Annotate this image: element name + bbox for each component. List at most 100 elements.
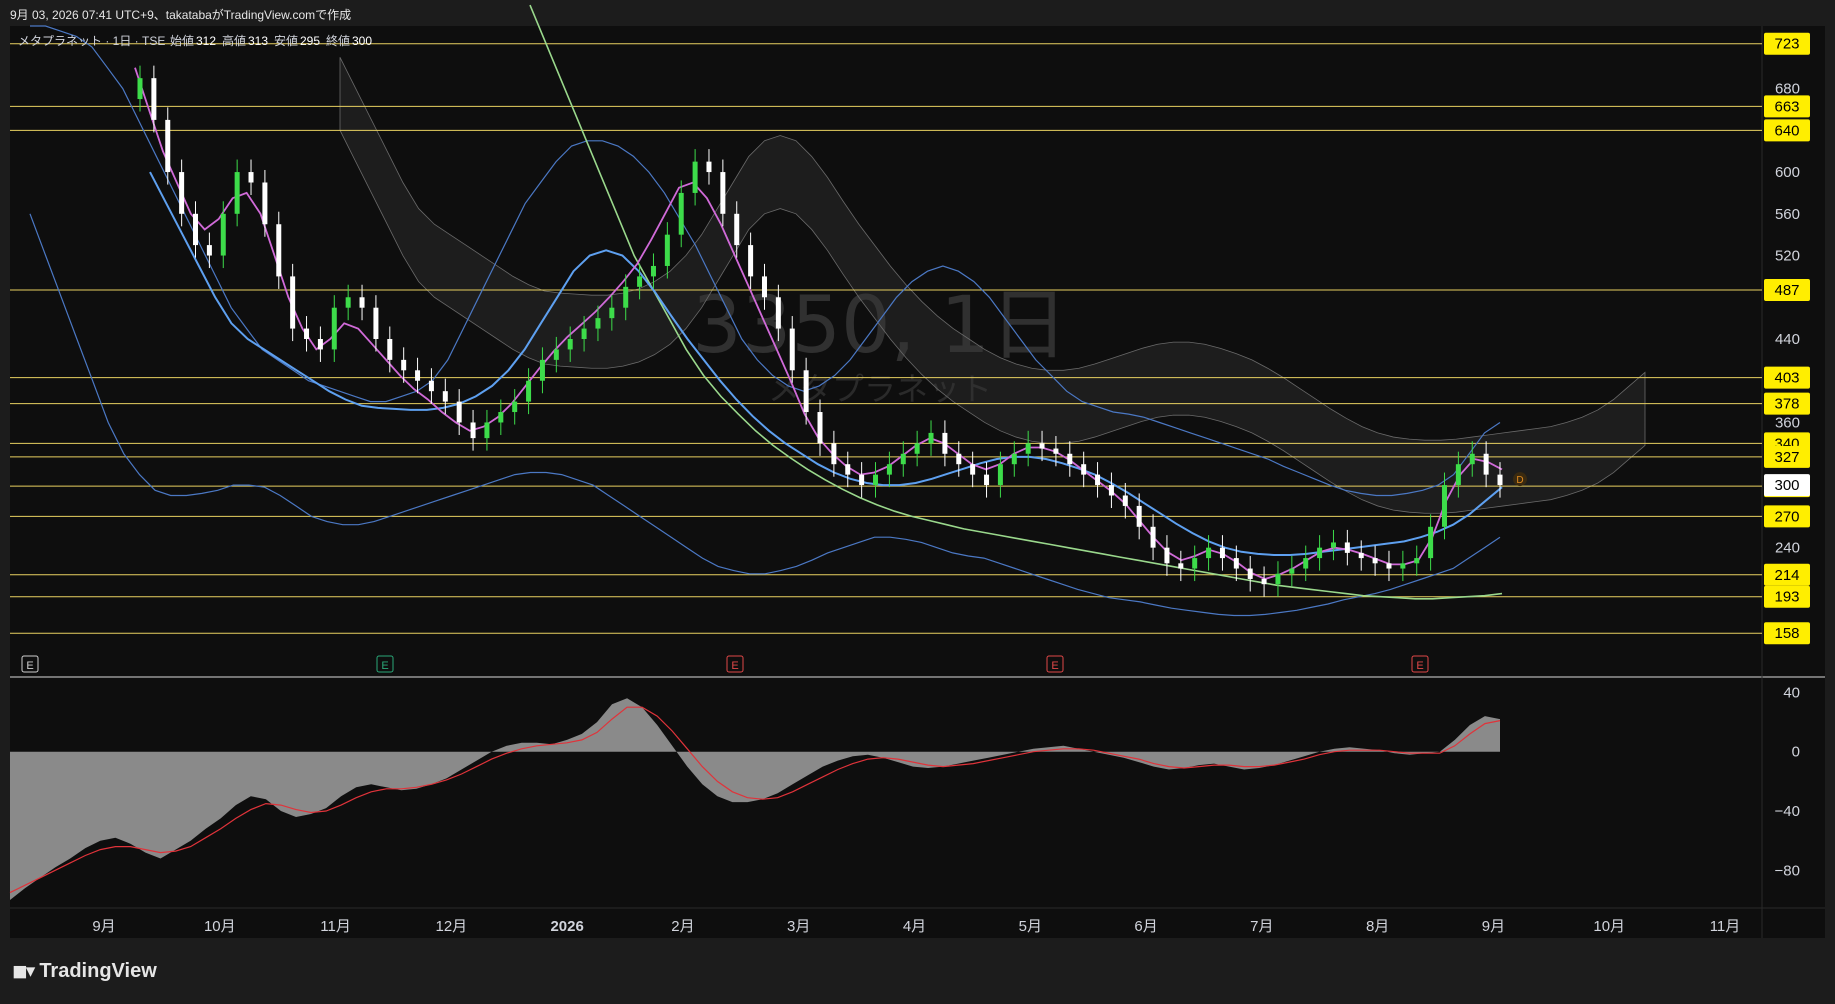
earnings-marker-label-2: E: [731, 660, 738, 672]
candle-body: [193, 213, 199, 246]
candle-body: [484, 422, 490, 439]
candle-body: [498, 412, 504, 423]
ohlc-open-label: 始値: [170, 33, 194, 48]
candle-body: [526, 380, 532, 402]
candle-body: [1011, 453, 1017, 465]
earnings-marker-label-3: E: [1051, 660, 1058, 672]
candle-body: [1400, 563, 1406, 569]
candle-body: [1095, 474, 1101, 486]
candle-body: [1303, 558, 1309, 569]
chart-caption: 9月 03, 2026 07:41 UTC+9、takatabaがTrading…: [10, 8, 352, 22]
time-tick-label-6: 3月: [787, 918, 810, 935]
candle-body: [1330, 542, 1336, 548]
candle-body: [1275, 573, 1281, 585]
candle-body: [970, 464, 976, 475]
candle-body: [1414, 558, 1420, 564]
macd-tick-label-1: 0: [1792, 744, 1800, 761]
price-level-tag-label-2: 640: [1774, 122, 1799, 139]
candle-body: [415, 370, 421, 381]
price-level-tag-label-0: 723: [1774, 36, 1799, 53]
candle-body: [1358, 552, 1364, 559]
price-tick-label-5: 600: [1775, 164, 1800, 181]
time-tick-label-4: 2026: [550, 918, 583, 935]
footer: ◼▾ TradingView: [0, 938, 1835, 1004]
candle-body: [1219, 547, 1225, 559]
candle-body: [262, 182, 268, 225]
candle-body: [734, 213, 740, 246]
price-level-tag-label-1: 663: [1774, 98, 1799, 115]
tradingview-logo[interactable]: ◼▾ TradingView: [12, 960, 157, 983]
candle-body: [1289, 568, 1295, 574]
candle-body: [401, 359, 407, 371]
candle-body: [845, 464, 851, 475]
time-tick-label-12: 9月: [1482, 918, 1505, 935]
candle-body: [748, 245, 754, 277]
candle-body: [456, 401, 462, 423]
candle-body: [179, 172, 185, 214]
price-tick-label-1: 360: [1775, 414, 1800, 431]
price-level-tag-label-9: 270: [1774, 508, 1799, 525]
price-tick-label-3: 520: [1775, 248, 1800, 265]
time-tick-label-2: 11月: [320, 918, 351, 935]
candle-body: [886, 464, 892, 475]
candle-body: [595, 318, 601, 329]
macd-tick-label-2: −40: [1775, 803, 1800, 820]
candle-body: [539, 359, 545, 381]
time-tick-label-0: 9月: [92, 918, 115, 935]
candle-body: [1233, 558, 1239, 569]
candle-body: [1247, 568, 1253, 579]
candle-body: [1053, 448, 1059, 454]
price-level-tag-label-7: 327: [1774, 449, 1799, 466]
candle-body: [956, 453, 962, 465]
candle-body: [220, 213, 226, 256]
candle-body: [428, 380, 434, 392]
candle-body: [831, 443, 837, 465]
time-tick-label-11: 8月: [1366, 918, 1389, 935]
candle-body: [914, 443, 920, 454]
candle-body: [1067, 453, 1073, 465]
time-tick-label-5: 2月: [671, 918, 694, 935]
symbol-label: メタプラネット · 1日 · TSE: [18, 34, 165, 48]
candle-body: [1164, 547, 1170, 564]
time-tick-label-14: 11月: [1710, 918, 1741, 935]
candle-body: [761, 276, 767, 298]
candle-body: [387, 339, 393, 360]
candle-body: [1025, 443, 1031, 454]
candle-body: [692, 161, 698, 193]
candle-body: [276, 224, 282, 277]
candle-body: [789, 328, 795, 371]
candle-body: [1386, 563, 1392, 569]
candle-body: [664, 234, 670, 266]
time-tick-label-13: 10月: [1593, 918, 1625, 935]
candle-body: [1497, 474, 1503, 486]
candle-body: [859, 474, 865, 486]
candle-body: [1178, 563, 1184, 569]
candle-body: [984, 474, 990, 486]
candle-body: [900, 453, 906, 465]
candle-body: [942, 432, 948, 454]
price-tick-label-4: 560: [1775, 206, 1800, 223]
candle-body: [1344, 542, 1350, 553]
ohlc-legend: メタプラネット · 1日 · TSE 始値 312 高値 313 安値 295 終値 300: [18, 33, 372, 48]
earnings-marker-label-4: E: [1416, 660, 1423, 672]
ohlc-open-value: 312: [196, 34, 216, 48]
price-level-tag-label-3: 487: [1774, 282, 1799, 299]
candle-body: [1122, 495, 1128, 506]
earnings-marker-label-0: E: [26, 660, 33, 672]
candle-body: [1469, 453, 1475, 465]
candle-body: [928, 432, 934, 444]
price-tick-label-2: 440: [1775, 331, 1800, 348]
candle-body: [1108, 485, 1114, 496]
candle-body: [165, 119, 171, 173]
time-tick-label-8: 5月: [1019, 918, 1042, 935]
candle-body: [1192, 558, 1198, 569]
ohlc-close-value: 300: [352, 34, 372, 48]
candle-body: [720, 172, 726, 214]
candle-body: [512, 401, 518, 413]
candle-body: [1261, 578, 1267, 585]
price-tick-label-0: 240: [1775, 540, 1800, 557]
candle-body: [553, 349, 559, 360]
candle-body: [1039, 443, 1045, 449]
time-tick-label-10: 7月: [1250, 918, 1273, 935]
price-level-tag-label-11: 193: [1774, 589, 1799, 606]
